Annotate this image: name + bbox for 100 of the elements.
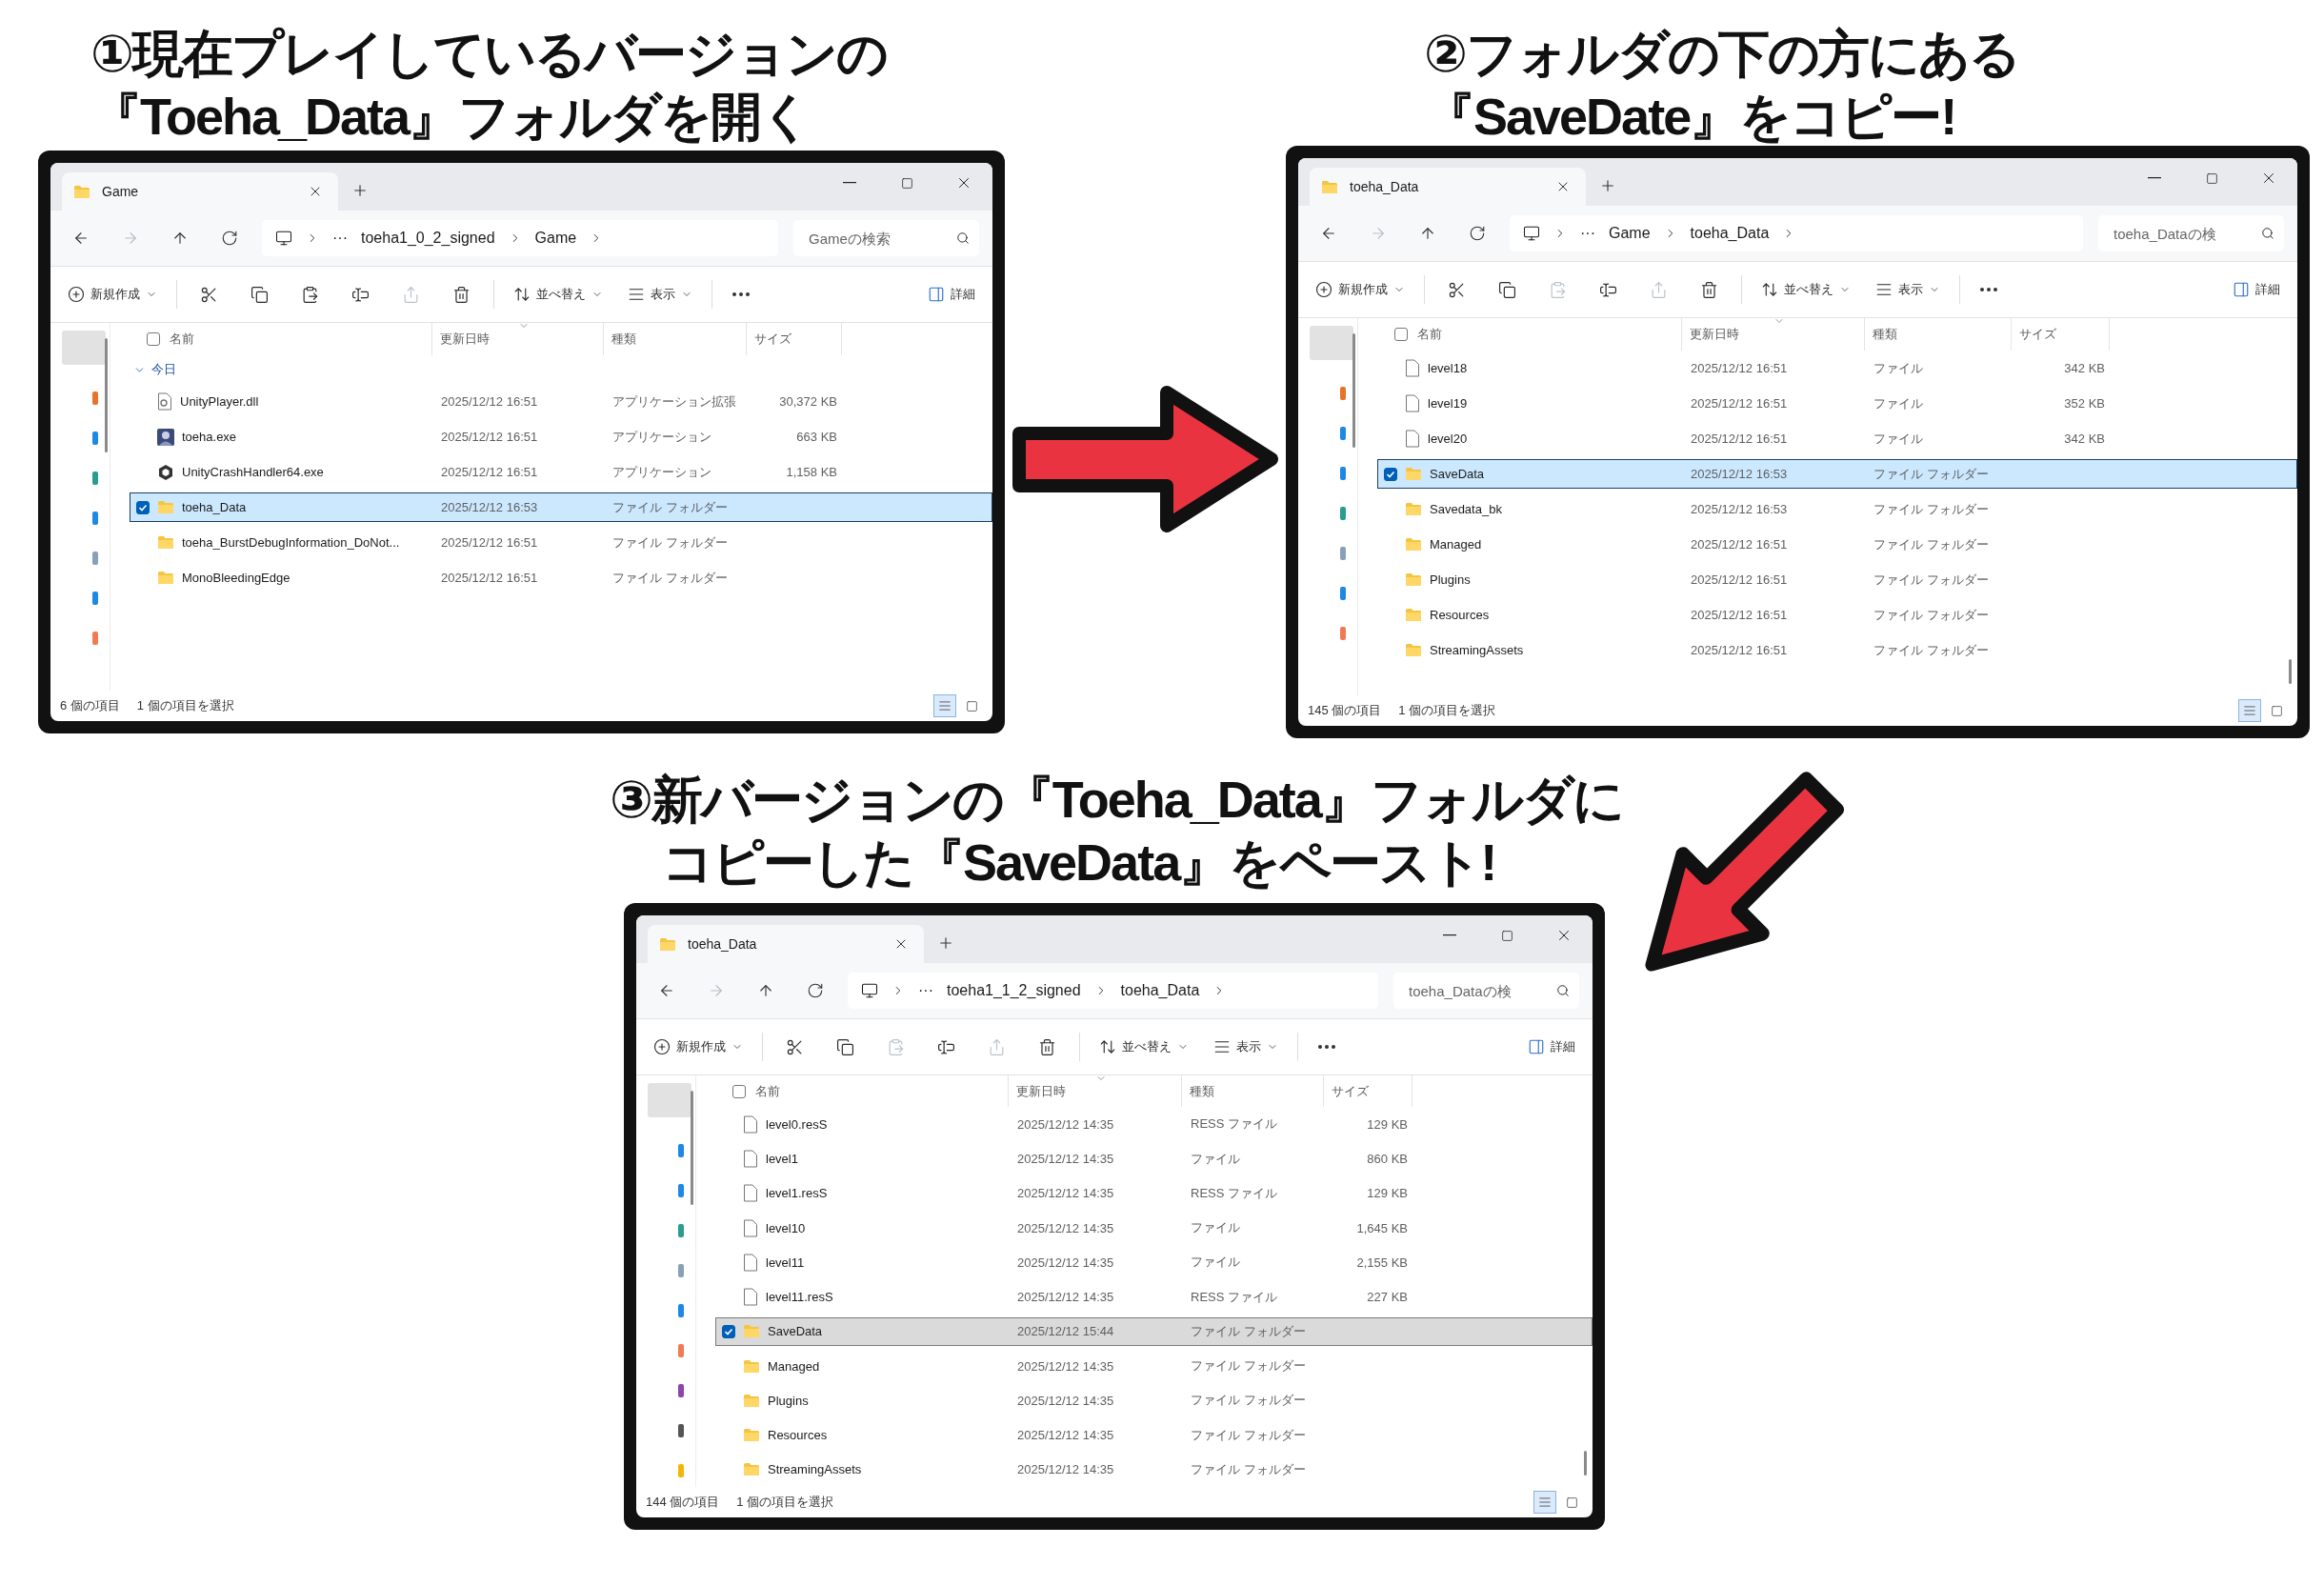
- nav-icon[interactable]: [1340, 387, 1346, 400]
- file-row[interactable]: Managed 2025/12/12 16:51 ファイル フォルダー: [1377, 530, 2297, 559]
- window-tab[interactable]: toeha_Data: [1310, 168, 1586, 206]
- scrollbar-thumb[interactable]: [1352, 333, 1355, 448]
- nav-icon[interactable]: [1340, 547, 1346, 560]
- column-header[interactable]: サイズ: [2012, 318, 2110, 351]
- new-button[interactable]: 新規作成: [1310, 277, 1411, 302]
- breadcrumb[interactable]: toeha_Data: [1690, 225, 1770, 242]
- column-header[interactable]: 更新日時: [432, 323, 604, 355]
- sort-button[interactable]: 並べ替え: [508, 282, 609, 307]
- breadcrumb[interactable]: Game: [534, 230, 577, 247]
- nav-icon[interactable]: [678, 1424, 684, 1437]
- file-row[interactable]: SaveData 2025/12/12 16:53 ファイル フォルダー: [1377, 459, 2297, 489]
- file-row[interactable]: Resources 2025/12/12 16:51 ファイル フォルダー: [1377, 600, 2297, 630]
- new-button[interactable]: 新規作成: [62, 282, 163, 307]
- file-row[interactable]: level10 2025/12/12 14:35 ファイル 1,645 KB: [715, 1213, 1593, 1243]
- scrollbar-thumb[interactable]: [691, 1091, 693, 1205]
- file-row[interactable]: SaveData 2025/12/12 15:44 ファイル フォルダー: [715, 1316, 1593, 1346]
- column-header[interactable]: 更新日時: [1009, 1075, 1182, 1108]
- address-ellipsis[interactable]: ···: [1580, 225, 1595, 242]
- search-field[interactable]: toeha_Dataの検: [2098, 215, 2284, 251]
- nav-icon[interactable]: [1340, 467, 1346, 480]
- nav-icon[interactable]: [92, 632, 98, 645]
- column-header[interactable]: 名前: [130, 323, 432, 355]
- file-row[interactable]: StreamingAssets 2025/12/12 16:51 ファイル フォルダー: [1377, 635, 2297, 665]
- column-header[interactable]: サイズ: [747, 323, 842, 355]
- column-header[interactable]: 更新日時: [1682, 318, 1865, 351]
- nav-icon[interactable]: [92, 512, 98, 525]
- file-row[interactable]: UnityPlayer.dll 2025/12/12 16:51 アプリケーション拡張 30,372 KB: [130, 387, 992, 416]
- column-header[interactable]: 種類: [1865, 318, 2012, 351]
- column-header[interactable]: サイズ: [1324, 1075, 1412, 1108]
- nav-icon[interactable]: [1340, 427, 1346, 440]
- checkbox[interactable]: [1384, 467, 1397, 481]
- nav-icon[interactable]: [678, 1384, 684, 1397]
- file-row[interactable]: UnityCrashHandler64.exe 2025/12/12 16:51 アプリケーション 1,158 KB: [130, 457, 992, 487]
- window-tab[interactable]: toeha_Data: [648, 925, 924, 963]
- address-ellipsis[interactable]: ···: [332, 230, 348, 247]
- file-row[interactable]: Plugins 2025/12/12 14:35 ファイル フォルダー: [715, 1386, 1593, 1415]
- nav-icon[interactable]: [92, 592, 98, 605]
- window-tab[interactable]: Game: [62, 172, 338, 211]
- nav-icon[interactable]: [678, 1304, 684, 1317]
- file-row[interactable]: toeha.exe 2025/12/12 16:51 アプリケーション 663 KB: [130, 422, 992, 452]
- file-row[interactable]: level11.resS 2025/12/12 14:35 RESS ファイル 227 KB: [715, 1282, 1593, 1312]
- nav-icon[interactable]: [92, 432, 98, 445]
- address-bar[interactable]: ··· toeha1_0_2_signed Game: [262, 220, 778, 256]
- file-row[interactable]: MonoBleedingEdge 2025/12/12 16:51 ファイル フォルダー: [130, 563, 992, 592]
- nav-icon[interactable]: [678, 1224, 684, 1237]
- view-button[interactable]: 表示: [1208, 1034, 1284, 1059]
- nav-icon[interactable]: [1340, 507, 1346, 520]
- sort-button[interactable]: 並べ替え: [1093, 1034, 1194, 1059]
- address-bar[interactable]: ··· toeha1_1_2_signed toeha_Data: [848, 973, 1378, 1009]
- nav-icon[interactable]: [92, 552, 98, 565]
- search-field[interactable]: Gameの検索: [793, 220, 979, 256]
- file-row[interactable]: level18 2025/12/12 16:51 ファイル 342 KB: [1377, 353, 2297, 383]
- scrollbar-thumb[interactable]: [2289, 659, 2292, 684]
- checkbox[interactable]: [722, 1324, 735, 1338]
- file-row[interactable]: level20 2025/12/12 16:51 ファイル 342 KB: [1377, 424, 2297, 453]
- file-row[interactable]: Savedata_bk 2025/12/12 16:53 ファイル フォルダー: [1377, 494, 2297, 524]
- column-header[interactable]: 名前: [715, 1075, 1009, 1108]
- nav-icon[interactable]: [1340, 627, 1346, 640]
- select-all-checkbox[interactable]: [732, 1084, 746, 1098]
- column-header[interactable]: 種類: [604, 323, 747, 355]
- file-row[interactable]: Plugins 2025/12/12 16:51 ファイル フォルダー: [1377, 565, 2297, 594]
- search-field[interactable]: toeha_Dataの検: [1393, 973, 1579, 1009]
- nav-icon[interactable]: [678, 1144, 684, 1157]
- scrollbar-thumb[interactable]: [1584, 1451, 1587, 1476]
- details-button[interactable]: 詳細: [2227, 277, 2286, 302]
- nav-icon[interactable]: [1340, 587, 1346, 600]
- file-row[interactable]: level1 2025/12/12 14:35 ファイル 860 KB: [715, 1144, 1593, 1174]
- file-row[interactable]: Managed 2025/12/12 14:35 ファイル フォルダー: [715, 1352, 1593, 1381]
- nav-icon[interactable]: [92, 391, 98, 405]
- details-view-button[interactable]: [933, 694, 956, 717]
- column-header[interactable]: 種類: [1182, 1075, 1324, 1108]
- view-button[interactable]: 表示: [622, 282, 698, 307]
- address-bar[interactable]: ··· Game toeha_Data: [1510, 215, 2083, 251]
- nav-icon[interactable]: [92, 472, 98, 485]
- breadcrumb[interactable]: toeha_Data: [1120, 982, 1200, 999]
- group-header[interactable]: 今日: [130, 355, 176, 384]
- breadcrumb[interactable]: toeha1_0_2_signed: [361, 230, 495, 247]
- file-row[interactable]: level19 2025/12/12 16:51 ファイル 352 KB: [1377, 389, 2297, 418]
- scrollbar-thumb[interactable]: [105, 338, 108, 452]
- file-row[interactable]: toeha_Data 2025/12/12 16:53 ファイル フォルダー: [130, 492, 992, 522]
- file-row[interactable]: level1.resS 2025/12/12 14:35 RESS ファイル 129 KB: [715, 1178, 1593, 1208]
- nav-icon[interactable]: [678, 1264, 684, 1277]
- checkbox[interactable]: [136, 500, 150, 514]
- breadcrumb[interactable]: toeha1_1_2_signed: [947, 982, 1081, 999]
- view-button[interactable]: 表示: [1870, 277, 1946, 302]
- details-view-button[interactable]: [2238, 699, 2261, 722]
- breadcrumb[interactable]: Game: [1609, 225, 1651, 242]
- details-button[interactable]: 詳細: [1522, 1034, 1581, 1059]
- nav-icon[interactable]: [678, 1344, 684, 1357]
- sort-button[interactable]: 並べ替え: [1755, 277, 1856, 302]
- details-button[interactable]: 詳細: [922, 282, 981, 307]
- new-button[interactable]: 新規作成: [648, 1034, 749, 1059]
- file-row[interactable]: level0.resS 2025/12/12 14:35 RESS ファイル 129 KB: [715, 1110, 1593, 1139]
- details-view-button[interactable]: [1533, 1491, 1556, 1514]
- address-ellipsis[interactable]: ···: [918, 982, 933, 999]
- nav-icon[interactable]: [678, 1184, 684, 1197]
- file-row[interactable]: level11 2025/12/12 14:35 ファイル 2,155 KB: [715, 1248, 1593, 1277]
- file-row[interactable]: toeha_BurstDebugInformation_DoNot... 2025/12/12 16:51 ファイル フォルダー: [130, 528, 992, 557]
